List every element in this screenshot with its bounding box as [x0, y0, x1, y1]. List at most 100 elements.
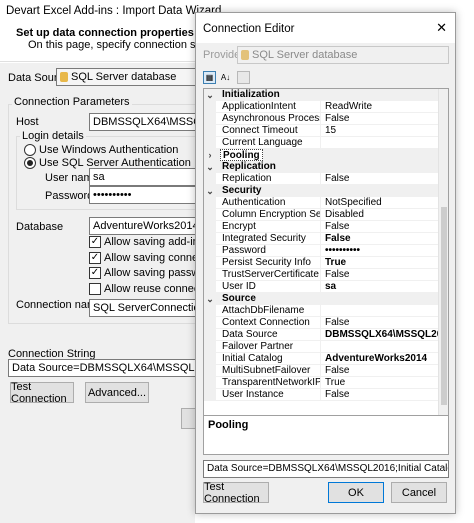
sql-auth-radio[interactable]: [24, 157, 36, 169]
property-row[interactable]: Initial Catalog AdventureWorks2014: [204, 353, 448, 365]
windows-auth-radio[interactable]: [24, 144, 36, 156]
property-value[interactable]: False: [320, 173, 448, 185]
connection-string-input[interactable]: Data Source=DBMSSQLX64\MSSQL2016;Initial…: [8, 359, 200, 377]
allow-connstring-checkbox[interactable]: ✓: [89, 252, 101, 264]
username-input[interactable]: sa: [89, 168, 199, 186]
property-value[interactable]: [320, 305, 448, 317]
sort-alpha-icon[interactable]: A↓: [219, 71, 232, 84]
property-value[interactable]: Disabled: [320, 209, 448, 221]
property-grid[interactable]: ⌄ Initialization ApplicationIntent ReadWrit…: [203, 88, 449, 423]
property-row[interactable]: Password ••••••••••: [204, 245, 448, 257]
property-row[interactable]: Data Source DBMSSQLX64\MSSQL2016: [204, 329, 448, 341]
property-row[interactable]: Failover Partner: [204, 341, 448, 353]
editor-titlebar: Connection Editor ✕: [196, 13, 455, 43]
property-row[interactable]: Column Encryption SettingDisabled: [204, 209, 448, 221]
property-rows: ⌄ Initialization ApplicationIntent ReadWrit…: [204, 89, 448, 401]
allow-reuse-checkbox[interactable]: [89, 283, 101, 295]
category-label: Replication: [222, 161, 276, 172]
database-input[interactable]: AdventureWorks2014: [89, 217, 199, 235]
property-value[interactable]: 15: [320, 125, 448, 137]
row-gutter: [204, 209, 216, 221]
property-value[interactable]: ReadWrite: [320, 101, 448, 113]
property-value[interactable]: sa: [320, 281, 448, 293]
property-value[interactable]: False: [320, 269, 448, 281]
windows-auth-label[interactable]: Use Windows Authentication: [39, 144, 178, 156]
property-name: Failover Partner: [216, 341, 320, 353]
category-label: Security: [222, 185, 262, 196]
property-name: Data Source: [216, 329, 320, 341]
property-row[interactable]: Persist Security Info True: [204, 257, 448, 269]
property-name: Encrypt: [216, 221, 320, 233]
collapse-chevron-icon[interactable]: ⌄: [204, 89, 216, 101]
editor-test-connection-button[interactable]: Test Connection: [203, 481, 269, 505]
category-row[interactable]: ⌄ Source: [204, 293, 448, 305]
property-row[interactable]: Authentication NotSpecified: [204, 197, 448, 209]
scrollbar-thumb[interactable]: [441, 207, 447, 405]
category-row[interactable]: › Pooling: [204, 149, 448, 161]
category-row[interactable]: ⌄ Security: [204, 185, 448, 197]
category-row[interactable]: ⌄ Replication: [204, 161, 448, 173]
data-source-select[interactable]: SQL Server database: [56, 68, 206, 86]
password-input[interactable]: ••••••••••: [89, 186, 199, 204]
property-row[interactable]: ApplicationIntent ReadWrite: [204, 101, 448, 113]
property-row[interactable]: Connect Timeout 15: [204, 125, 448, 137]
property-name: Column Encryption Setting: [216, 209, 320, 221]
property-pages-icon[interactable]: [237, 71, 250, 84]
collapse-chevron-icon[interactable]: ⌄: [204, 185, 216, 197]
row-gutter: [204, 317, 216, 329]
close-icon[interactable]: ✕: [436, 20, 447, 36]
property-grid-scrollbar[interactable]: [438, 89, 448, 422]
property-row[interactable]: Integrated Security False: [204, 233, 448, 245]
collapse-chevron-icon[interactable]: ⌄: [204, 293, 216, 305]
property-value[interactable]: True: [320, 257, 448, 269]
property-row[interactable]: TrustServerCertificate False: [204, 269, 448, 281]
categorized-view-icon[interactable]: ▦: [203, 71, 216, 84]
property-row[interactable]: Replication False: [204, 173, 448, 185]
property-row[interactable]: Asynchronous ProcessingFalse: [204, 113, 448, 125]
property-row[interactable]: MultiSubnetFailover False: [204, 365, 448, 377]
host-input[interactable]: DBMSSQLX64\MSSQL2016: [89, 113, 199, 131]
property-value[interactable]: [320, 137, 448, 149]
editor-title: Connection Editor: [203, 23, 295, 35]
property-value[interactable]: [320, 341, 448, 353]
allow-addin-checkbox[interactable]: ✓: [89, 236, 101, 248]
property-row[interactable]: User ID sa: [204, 281, 448, 293]
description-title: Pooling: [208, 419, 249, 431]
wizard-test-connection-button[interactable]: Test Connection: [10, 381, 74, 405]
provider-select[interactable]: SQL Server database: [237, 46, 449, 64]
property-name: Asynchronous Processing: [216, 113, 320, 125]
property-row[interactable]: Encrypt False: [204, 221, 448, 233]
advanced-button[interactable]: Advanced...: [85, 382, 149, 403]
property-value[interactable]: False: [320, 317, 448, 329]
property-value[interactable]: False: [320, 365, 448, 377]
property-name: Context Connection: [216, 317, 320, 329]
property-value[interactable]: NotSpecified: [320, 197, 448, 209]
property-value[interactable]: DBMSSQLX64\MSSQL2016: [320, 329, 448, 341]
allow-password-checkbox[interactable]: ✓: [89, 267, 101, 279]
property-row[interactable]: Current Language: [204, 137, 448, 149]
connection-editor-dialog: Connection Editor ✕ Provider: SQL Server…: [195, 12, 456, 514]
category-row[interactable]: ⌄ Initialization: [204, 89, 448, 101]
row-gutter: [204, 245, 216, 257]
editor-connection-string[interactable]: Data Source=DBMSSQLX64\MSSQL2016;Initial…: [203, 460, 449, 478]
property-row[interactable]: User Instance False: [204, 389, 448, 401]
connection-name-input[interactable]: SQL ServerConnection: [89, 299, 199, 317]
property-value[interactable]: False: [320, 389, 448, 401]
property-name: Replication: [216, 173, 320, 185]
property-value[interactable]: AdventureWorks2014: [320, 353, 448, 365]
property-value[interactable]: True: [320, 377, 448, 389]
property-name: AttachDbFilename: [216, 305, 320, 317]
property-value[interactable]: False: [320, 233, 448, 245]
category-label: Source: [222, 293, 256, 304]
ok-button[interactable]: OK: [328, 482, 384, 503]
row-gutter: [204, 233, 216, 245]
collapse-chevron-icon[interactable]: ⌄: [204, 161, 216, 173]
property-row[interactable]: AttachDbFilename: [204, 305, 448, 317]
cancel-button[interactable]: Cancel: [391, 482, 447, 503]
property-value[interactable]: ••••••••••: [320, 245, 448, 257]
property-value[interactable]: False: [320, 113, 448, 125]
property-value[interactable]: False: [320, 221, 448, 233]
property-row[interactable]: TransparentNetworkIPResoluTrue: [204, 377, 448, 389]
property-row[interactable]: Context Connection False: [204, 317, 448, 329]
expand-chevron-icon[interactable]: ›: [204, 149, 216, 161]
